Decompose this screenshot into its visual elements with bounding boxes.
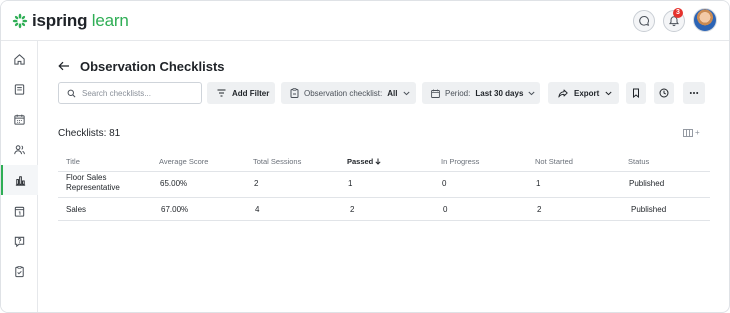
table-header: Title Average Score Total Sessions Passe… [58, 152, 710, 172]
column-header-title[interactable]: Title [66, 157, 80, 166]
cell-passed: 2 [350, 205, 355, 214]
logo-brand-text: ispring [32, 11, 88, 30]
top-header: ispring learn 3 [1, 1, 729, 41]
checklist-filter-value: All [387, 88, 398, 98]
page-header: Observation Checklists [58, 57, 225, 75]
calendar-icon [431, 89, 440, 98]
column-header-total-sessions[interactable]: Total Sessions [253, 157, 301, 166]
column-settings-button[interactable]: + [683, 128, 700, 137]
sidebar-item-home[interactable] [1, 44, 38, 74]
cell-title[interactable]: Floor Sales Representative [66, 173, 146, 193]
cell-not-started: 2 [537, 205, 542, 214]
bookmark-button[interactable] [626, 82, 646, 104]
checklists-count: Checklists: 81 [58, 128, 121, 139]
column-header-passed-label: Passed [347, 157, 374, 166]
checklist-filter-dropdown[interactable]: Observation checklist: All [281, 82, 416, 104]
more-horizontal-icon [689, 92, 699, 94]
bookmark-icon [633, 88, 639, 98]
columns-icon [683, 128, 693, 137]
bar-chart-icon [15, 175, 26, 186]
cell-status: Published [629, 179, 665, 188]
cell-total-sessions: 2 [254, 179, 259, 188]
table-row[interactable]: Floor Sales Representative 65.00% 2 1 0 … [58, 172, 710, 198]
sort-desc-icon [375, 158, 381, 165]
sidebar-item-events[interactable] [1, 196, 38, 226]
page-title: Observation Checklists [80, 58, 225, 74]
more-options-button[interactable] [683, 82, 705, 104]
app-window: ispring learn 3 Observation Checklists S… [0, 0, 730, 313]
left-sidebar [1, 41, 38, 312]
calendar-day-icon [14, 206, 25, 217]
sidebar-item-help[interactable] [1, 226, 38, 256]
period-filter-value: Last 30 days [475, 88, 524, 98]
table-row[interactable]: Sales 67.00% 4 2 0 2 Published [58, 198, 710, 221]
add-column-icon: + [695, 128, 700, 137]
logo-product-text: learn [87, 11, 129, 30]
share-icon [558, 89, 568, 97]
cell-passed: 1 [348, 179, 353, 188]
column-header-not-started[interactable]: Not Started [535, 157, 573, 166]
back-button[interactable] [58, 59, 70, 73]
schedule-button[interactable] [654, 82, 674, 104]
column-header-in-progress[interactable]: In Progress [441, 157, 479, 166]
sidebar-item-users[interactable] [1, 134, 38, 164]
chevron-down-icon [605, 91, 612, 95]
chevron-down-icon [528, 91, 535, 95]
search-icon [67, 89, 76, 97]
column-header-average-score[interactable]: Average Score [159, 157, 208, 166]
cell-in-progress: 0 [443, 205, 448, 214]
clipboard-icon [15, 265, 24, 277]
chat-icon [639, 16, 650, 26]
book-icon [14, 83, 25, 95]
cell-in-progress: 0 [442, 179, 447, 188]
arrow-left-icon [58, 61, 69, 71]
main-content: Observation Checklists Add Filter Observ… [38, 41, 729, 312]
column-header-passed[interactable]: Passed [347, 157, 381, 166]
cell-title[interactable]: Sales [66, 205, 86, 214]
question-icon [14, 236, 25, 247]
search-box[interactable] [58, 82, 202, 104]
export-label: Export [574, 88, 600, 98]
calendar-icon [14, 114, 25, 125]
filter-icon [217, 89, 226, 97]
user-avatar[interactable] [693, 8, 717, 32]
column-header-status[interactable]: Status [628, 157, 649, 166]
add-filter-label: Add Filter [232, 88, 270, 98]
chevron-down-icon [402, 91, 410, 95]
cell-average-score: 65.00% [160, 179, 188, 188]
notification-count-badge: 3 [673, 8, 683, 18]
sidebar-item-courses[interactable] [1, 74, 38, 104]
cell-average-score: 67.00% [161, 205, 189, 214]
toolbar: Add Filter Observation checklist: All Pe… [58, 82, 718, 104]
chat-button[interactable] [633, 10, 655, 32]
sidebar-item-calendar[interactable] [1, 104, 38, 134]
search-input[interactable] [82, 88, 192, 98]
ispring-learn-logo[interactable]: ispring learn [12, 10, 129, 32]
cell-not-started: 1 [536, 179, 541, 188]
sidebar-item-checklists[interactable] [1, 256, 38, 286]
users-icon [14, 144, 25, 154]
export-button[interactable]: Export [548, 82, 619, 104]
period-filter-label: Period: [445, 88, 471, 98]
period-filter-dropdown[interactable]: Period: Last 30 days [422, 82, 540, 104]
logo-mark-icon [12, 13, 28, 29]
logo-wordmark: ispring learn [32, 11, 129, 31]
add-filter-button[interactable]: Add Filter [207, 82, 275, 104]
checklists-table: Title Average Score Total Sessions Passe… [58, 152, 710, 221]
home-icon [14, 53, 25, 65]
checklist-filter-label: Observation checklist: [304, 88, 383, 98]
sidebar-item-reports[interactable] [1, 165, 38, 195]
cell-status: Published [631, 205, 667, 214]
cell-total-sessions: 4 [255, 205, 260, 214]
clock-icon [659, 88, 669, 98]
clipboard-icon [290, 88, 299, 98]
